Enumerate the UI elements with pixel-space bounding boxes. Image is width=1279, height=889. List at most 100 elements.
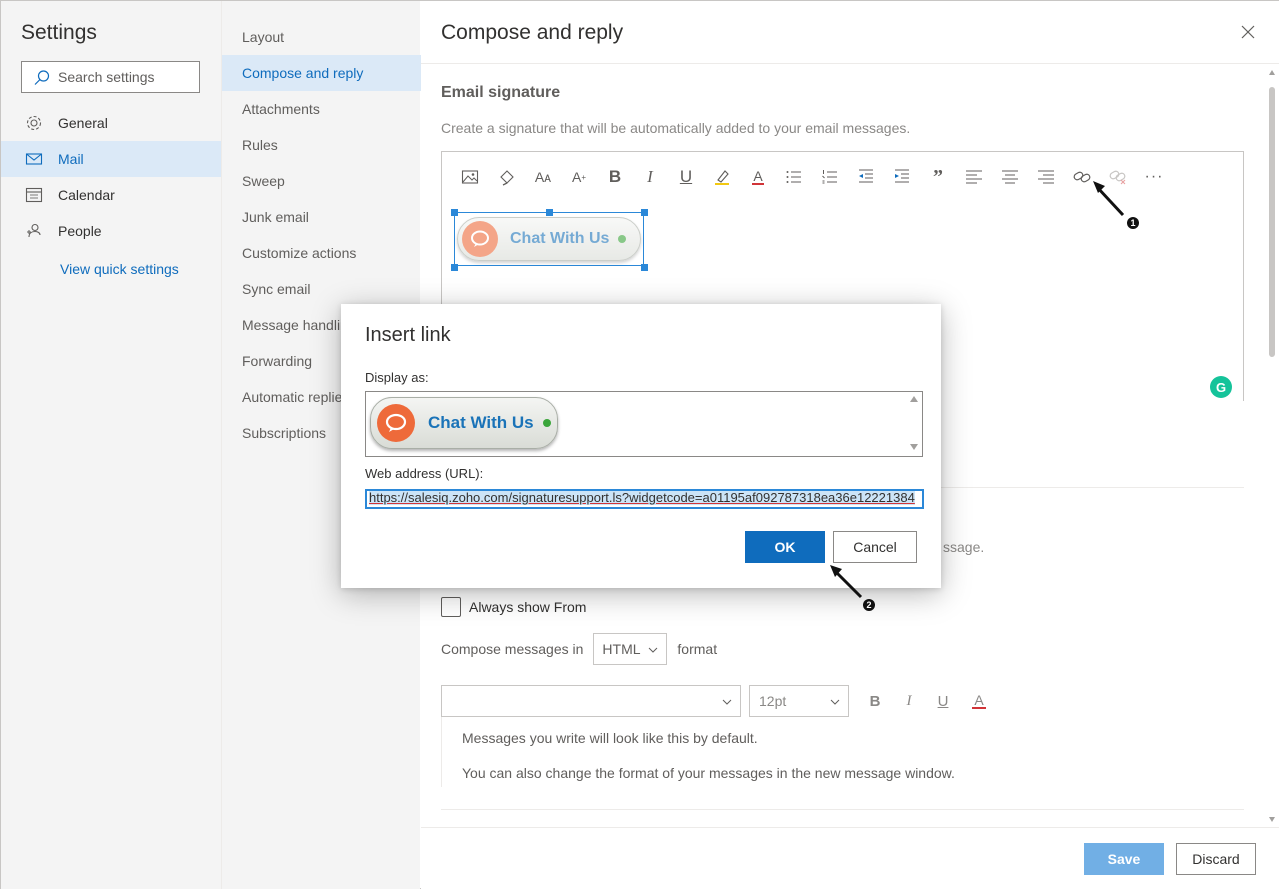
footer-divider: [421, 827, 1279, 828]
annotation-arrow-icon: [830, 565, 863, 599]
search-icon: [34, 70, 50, 85]
view-quick-settings-link[interactable]: View quick settings: [60, 261, 179, 277]
sidebar-item-calendar[interactable]: Calendar: [1, 177, 221, 213]
format-preview: Messages you write will look like this b…: [441, 717, 1244, 787]
sidebar-item-people[interactable]: People: [1, 213, 221, 249]
align-center-icon[interactable]: [999, 166, 1021, 188]
mail-icon: [25, 153, 43, 165]
sidebar-item-label: Calendar: [58, 187, 115, 203]
panel-scrollbar[interactable]: [1266, 67, 1278, 827]
close-icon[interactable]: [1239, 23, 1257, 41]
calendar-icon: [25, 187, 43, 203]
highlight-icon[interactable]: [711, 166, 733, 188]
always-show-from-checkbox[interactable]: [441, 597, 461, 617]
subnav-item-junk-email[interactable]: Junk email: [222, 199, 421, 235]
compose-format-suffix: format: [677, 641, 718, 657]
default-underline-icon[interactable]: U: [933, 691, 953, 711]
default-font-color-icon[interactable]: A: [969, 691, 989, 711]
grow-font-icon[interactable]: A +: [568, 166, 590, 188]
obscured-description: ssage.: [943, 539, 985, 555]
scroll-up-icon[interactable]: [910, 396, 918, 402]
subnav-item-attachments[interactable]: Attachments: [222, 91, 421, 127]
increase-indent-icon[interactable]: [891, 166, 913, 188]
preview-line: Messages you write will look like this b…: [462, 730, 758, 746]
divider: [441, 809, 1244, 810]
sidebar-item-label: People: [58, 223, 102, 239]
default-bold-icon[interactable]: B: [865, 691, 885, 711]
chevron-down-icon: [830, 699, 840, 705]
subnav-item-sweep[interactable]: Sweep: [222, 163, 421, 199]
subnav-item-rules[interactable]: Rules: [222, 127, 421, 163]
font-size-icon[interactable]: Aᴀ: [532, 166, 554, 188]
font-color-icon[interactable]: A: [747, 166, 769, 188]
web-address-value: https://salesiq.zoho.com/signaturesuppor…: [369, 490, 915, 505]
bullets-icon[interactable]: [783, 166, 805, 188]
annotation-arrow-icon: [1093, 181, 1125, 217]
cancel-button[interactable]: Cancel: [833, 531, 917, 563]
scroll-down-icon[interactable]: [1268, 815, 1276, 823]
chat-bubble-icon: [377, 404, 415, 442]
settings-sidebar: Settings General Mail: [1, 1, 221, 889]
section-description: Create a signature that will be automati…: [441, 120, 911, 136]
chat-widget-badge: Chat With Us: [370, 397, 558, 449]
display-as-field[interactable]: Chat With Us: [365, 391, 923, 457]
align-right-icon[interactable]: [1035, 166, 1057, 188]
always-show-from-option[interactable]: Always show From: [441, 597, 586, 617]
panel-title: Compose and reply: [441, 21, 624, 44]
search-input[interactable]: [58, 62, 198, 92]
sidebar-item-label: Mail: [58, 151, 84, 167]
resize-handle[interactable]: [451, 264, 458, 271]
resize-handle[interactable]: [546, 209, 553, 216]
sidebar-item-mail[interactable]: Mail: [1, 141, 221, 177]
discard-button[interactable]: Discard: [1176, 843, 1256, 875]
resize-handle[interactable]: [451, 209, 458, 216]
scroll-thumb[interactable]: [1269, 87, 1275, 357]
chat-label: Chat With Us: [510, 230, 610, 247]
annotation-step-badge: 1: [1127, 217, 1139, 229]
settings-title: Settings: [21, 21, 97, 44]
insert-picture-icon[interactable]: [459, 166, 481, 188]
resize-handle[interactable]: [641, 264, 648, 271]
scroll-up-icon[interactable]: [1268, 69, 1276, 77]
sidebar-item-general[interactable]: General: [1, 105, 221, 141]
display-as-label: Display as:: [365, 370, 429, 385]
subnav-item-sync-email[interactable]: Sync email: [222, 271, 421, 307]
compose-format-label: Compose messages in: [441, 641, 584, 657]
scroll-down-icon[interactable]: [910, 444, 918, 450]
display-scrollbar[interactable]: [906, 392, 922, 456]
subnav-item-layout[interactable]: Layout: [222, 19, 421, 55]
web-address-input[interactable]: https://salesiq.zoho.com/signaturesuppor…: [365, 489, 924, 509]
align-left-icon[interactable]: [963, 166, 985, 188]
font-size-dropdown[interactable]: 12pt: [749, 685, 849, 717]
web-address-label: Web address (URL):: [365, 466, 484, 481]
ok-button[interactable]: OK: [745, 531, 825, 563]
bold-icon[interactable]: B: [604, 166, 626, 188]
settings-window: Settings General Mail: [0, 0, 1279, 889]
people-icon: [27, 223, 41, 238]
compose-format-dropdown[interactable]: HTML: [593, 633, 668, 665]
subnav-item-customize-actions[interactable]: Customize actions: [222, 235, 421, 271]
subnav-item-compose-and-reply[interactable]: Compose and reply: [222, 55, 421, 91]
chat-label: Chat With Us: [428, 413, 534, 432]
italic-icon[interactable]: I: [639, 166, 661, 188]
underline-icon[interactable]: U: [675, 166, 697, 188]
divider: [421, 63, 1279, 64]
numbering-icon[interactable]: [819, 166, 841, 188]
online-status-dot: [618, 235, 627, 243]
annotation-step-badge: 2: [863, 599, 875, 611]
chat-widget-badge: Chat With Us: [457, 217, 641, 261]
font-family-dropdown[interactable]: [441, 685, 741, 717]
signature-image[interactable]: Chat With Us: [451, 209, 648, 271]
resize-handle[interactable]: [641, 209, 648, 216]
default-italic-icon[interactable]: I: [899, 691, 919, 711]
format-painter-icon[interactable]: [496, 166, 518, 188]
decrease-indent-icon[interactable]: [855, 166, 877, 188]
save-button[interactable]: Save: [1084, 843, 1164, 875]
dialog-title: Insert link: [365, 324, 451, 346]
quote-icon[interactable]: ”: [927, 166, 949, 188]
insert-link-dialog: Insert link Display as: Chat With Us Web…: [341, 304, 941, 588]
more-options-icon[interactable]: ···: [1143, 166, 1165, 188]
search-box[interactable]: [21, 61, 200, 93]
always-show-from-label: Always show From: [469, 599, 587, 615]
grammarly-icon[interactable]: G: [1210, 376, 1232, 398]
